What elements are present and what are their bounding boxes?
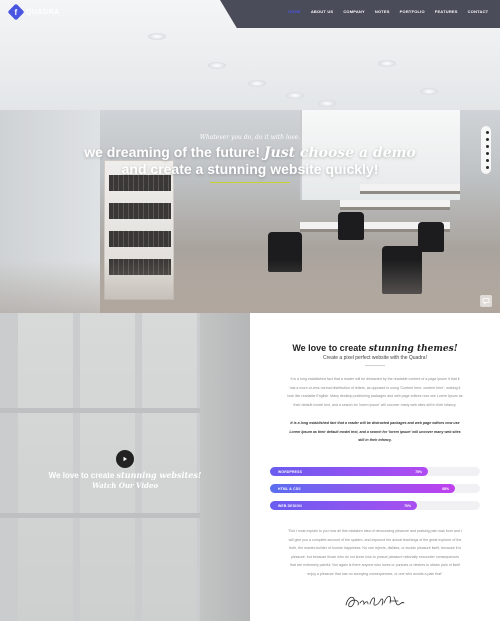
- section-dot[interactable]: [485, 138, 489, 141]
- chat-icon: [482, 298, 490, 305]
- shelf-binders: [109, 231, 171, 247]
- ceiling-light: [378, 60, 396, 67]
- skill-percent: 75%: [415, 469, 422, 474]
- video-title: We love to create stunning websites!: [0, 470, 250, 480]
- nav-item-features[interactable]: FEATURES: [435, 9, 458, 14]
- paragraph-line: still in their infancy.: [358, 438, 392, 442]
- about-paragraph-1: It is a long established fact that a rea…: [270, 375, 480, 409]
- hero-headline-line2: and create a stunning website quickly!: [121, 161, 379, 177]
- section-dot[interactable]: [485, 159, 489, 162]
- hero-floor: [0, 260, 500, 313]
- scroll-down-button[interactable]: [480, 295, 492, 307]
- section-dot[interactable]: [485, 131, 489, 134]
- paragraph-line: Lorem Ipsum as their default model text,…: [289, 429, 461, 434]
- site-logo[interactable]: f QUADRA: [7, 3, 60, 21]
- shelf-binders: [109, 203, 171, 219]
- about-subtitle: Create a pixel perfect website with the …: [323, 355, 427, 361]
- ceiling-light: [318, 100, 336, 107]
- video-title-accent: stunning websites!: [116, 470, 202, 480]
- hero-chair: [418, 222, 444, 252]
- ceiling-light: [248, 80, 266, 87]
- paragraph-line: It is a long established fact that a rea…: [290, 377, 460, 381]
- about-section: We love to create stunning themes! Creat…: [250, 313, 500, 621]
- logo-text: QUADRA: [26, 8, 60, 16]
- hero-underline: [210, 182, 290, 183]
- paragraph-line: will give you a complete account of the …: [288, 537, 462, 542]
- paragraph-line: that are extremely painful. Nor again is…: [289, 563, 461, 567]
- hero-chair: [338, 212, 364, 240]
- about-title-main: We love to create: [292, 343, 369, 353]
- skill-bar-wordpress: WORDPRESS 75%: [270, 467, 428, 476]
- about-paragraph-3: "But I must explain to you how all this …: [270, 527, 480, 578]
- section-dots-nav: [484, 131, 490, 169]
- nav-item-about-us[interactable]: ABOUT US: [311, 9, 334, 14]
- logo-mark-icon: f: [7, 3, 25, 21]
- section-dot[interactable]: [485, 152, 489, 155]
- hero-desk: [340, 200, 450, 210]
- ceiling-light: [286, 92, 304, 99]
- paragraph-line: pleasure, but because those who do not k…: [290, 554, 460, 559]
- skill-bar-web-design: WEB DESIGN 70%: [270, 501, 417, 510]
- about-paragraph-2: It is a long established fact that a rea…: [270, 419, 480, 445]
- skill-label: WORDPRESS: [278, 469, 303, 474]
- skill-percent: 70%: [404, 503, 411, 508]
- section-dot[interactable]: [485, 166, 489, 169]
- paragraph-line: truth, the master-builder of human happi…: [288, 546, 462, 550]
- video-section: We love to create stunning websites! Wat…: [0, 313, 250, 621]
- play-icon: [123, 456, 127, 462]
- site-header: f QUADRA HOME ABOUT US COMPANY NOTES PORTFOL…: [0, 0, 500, 24]
- paragraph-line: has a more-or-less normal distribution o…: [289, 385, 461, 390]
- hero-headline-main: we dreaming of the future!: [84, 144, 264, 160]
- paragraph-line: look like readable English. Many desktop…: [287, 394, 463, 398]
- skill-label: WEB DESIGN: [278, 503, 302, 508]
- section-dot[interactable]: [485, 145, 489, 148]
- about-title: We love to create stunning themes!: [250, 343, 500, 354]
- about-divider: [365, 365, 385, 366]
- nav-item-portfolio[interactable]: PORTFOLIO: [400, 9, 425, 14]
- signature-image: [345, 595, 405, 608]
- skill-percent: 88%: [442, 486, 449, 491]
- main-nav: HOME ABOUT US COMPANY NOTES PORTFOLIO FEATURE…: [288, 9, 498, 14]
- nav-item-home[interactable]: HOME: [288, 9, 301, 14]
- skill-bar-html-css: HTML & CSS 88%: [270, 484, 455, 493]
- paragraph-line: "But I must explain to you how all this …: [288, 529, 462, 533]
- nav-item-contact[interactable]: CONTACT: [468, 9, 489, 14]
- ceiling-light: [148, 33, 166, 40]
- hero-section: f QUADRA HOME ABOUT US COMPANY NOTES PORTFOL…: [0, 0, 500, 313]
- ceiling-light: [420, 88, 438, 95]
- paragraph-line: enjoy a pleasure that has no annoying co…: [307, 571, 443, 576]
- paragraph-line: It is a long established fact that a rea…: [290, 421, 460, 425]
- hero-headline-line1: we dreaming of the future! Just choose a…: [0, 144, 500, 161]
- play-video-button[interactable]: [116, 450, 134, 468]
- paragraph-line: their default model text, and a search f…: [293, 402, 457, 407]
- video-subtitle: Watch Our Video: [91, 481, 159, 490]
- nav-item-notes[interactable]: NOTES: [375, 9, 390, 14]
- hero-text: Whatever you do, do it with love. we dre…: [0, 134, 500, 183]
- video-title-main: We love to create: [48, 471, 117, 480]
- ceiling-light: [208, 62, 226, 69]
- skill-label: HTML & CSS: [278, 486, 301, 491]
- hero-kicker: Whatever you do, do it with love.: [199, 134, 301, 141]
- nav-item-company[interactable]: COMPANY: [343, 9, 365, 14]
- hero-desk: [360, 184, 460, 194]
- about-title-accent: stunning themes!: [368, 344, 458, 354]
- hero-headline-accent: Just choose a demo: [263, 145, 416, 161]
